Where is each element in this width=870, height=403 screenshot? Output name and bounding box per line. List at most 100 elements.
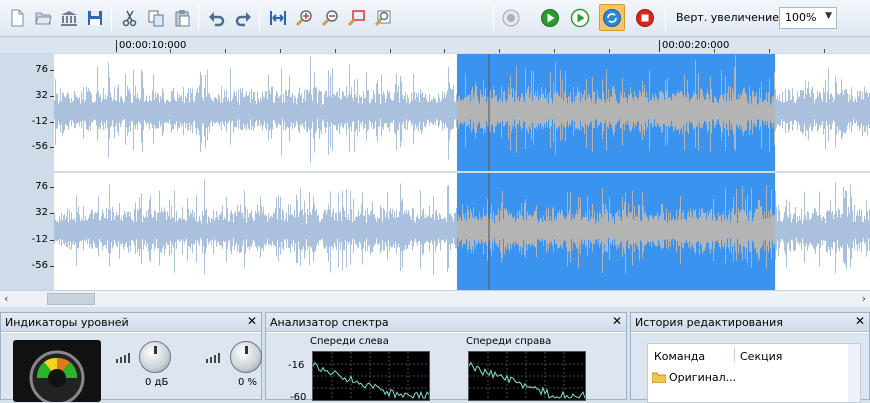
save-icon[interactable] — [82, 4, 108, 31]
history-panel-body: Команда Секция Оригинал... — [631, 333, 869, 403]
scrollbar-thumb[interactable] — [47, 293, 95, 305]
horizontal-scrollbar[interactable]: ‹ › — [0, 290, 870, 307]
fit-width-icon[interactable] — [265, 4, 291, 31]
toolbar-separator — [111, 5, 112, 31]
levels-panel: Индикаторы уровней ✕ 0 дБ 0 % — [0, 312, 262, 402]
zoom-selection-icon[interactable] — [344, 4, 370, 31]
timeline-minor-tick — [225, 49, 226, 53]
stop-gray-icon[interactable] — [498, 4, 524, 31]
spectrum-y-label: -16 — [288, 360, 305, 371]
y-label: 76 — [35, 181, 54, 192]
open-file-icon[interactable] — [30, 4, 56, 31]
toolbar-separator — [259, 5, 260, 31]
copy-icon[interactable] — [143, 4, 169, 31]
levels-panel-body: 0 дБ 0 % — [1, 333, 262, 402]
zoom-out-icon[interactable] — [318, 4, 344, 31]
history-table: Команда Секция Оригинал... — [647, 343, 861, 403]
y-label: -12 — [31, 116, 55, 127]
timeline-minor-tick — [390, 49, 391, 53]
paste-icon[interactable] — [169, 4, 195, 31]
history-col-section: Секция — [740, 350, 783, 363]
vertical-zoom-value: 100% — [785, 11, 817, 24]
y-axis-channel-1: 76 32 -12 -56 — [0, 54, 55, 171]
timeline-minor-tick — [499, 49, 500, 53]
timeline-minor-tick — [769, 49, 770, 53]
vertical-zoom-select[interactable]: 100% ▼ — [779, 7, 837, 29]
spectrum-panel-title: Анализатор спектра — [270, 316, 389, 329]
level-meter — [13, 340, 101, 402]
timeline-tick: 00:00:10:000 — [115, 40, 187, 52]
timeline-minor-tick — [170, 49, 171, 53]
history-panel-title: История редактирования — [635, 316, 783, 329]
balance-bars-icon — [206, 353, 220, 363]
levels-panel-title: Индикаторы уровней — [5, 316, 129, 329]
spectrum-trace — [468, 361, 586, 400]
y-label: 32 — [35, 90, 54, 101]
spectrum-right-label: Спереди справа — [466, 336, 552, 347]
spectrum-y-label: -60 — [290, 392, 307, 403]
timeline-minor-tick — [444, 49, 445, 53]
balance-knob-value: 0 % — [238, 377, 258, 388]
y-label: -56 — [31, 141, 55, 152]
y-label: 32 — [35, 207, 54, 218]
column-divider — [734, 347, 735, 363]
spectrum-left-graph — [312, 351, 430, 401]
y-axis-channel-2: 76 32 -12 -56 — [0, 173, 55, 290]
spectrum-left-label: Спереди слева — [310, 336, 389, 347]
volume-knob[interactable] — [139, 341, 171, 373]
toolbar-separator — [665, 5, 666, 31]
history-col-command: Команда — [654, 350, 706, 363]
close-icon[interactable]: ✕ — [855, 314, 865, 328]
history-panel: История редактирования ✕ Команда Секция … — [630, 312, 870, 403]
timeline-minor-tick — [609, 49, 610, 53]
library-icon[interactable] — [56, 4, 82, 31]
toolbar-separator — [493, 5, 494, 31]
timeline-minor-tick — [335, 49, 336, 53]
timeline-minor-tick — [824, 49, 825, 53]
scroll-right-arrow-icon[interactable]: › — [862, 292, 866, 305]
record-stop-icon[interactable] — [632, 4, 658, 31]
history-panel-header: История редактирования ✕ — [631, 313, 869, 332]
spectrum-panel-body: Спереди слева Спереди справа -16 -60 — [266, 333, 626, 403]
vertical-zoom-label: Верт. увеличение: — [676, 11, 783, 24]
cut-icon[interactable] — [117, 4, 143, 31]
timeline-ruler[interactable]: 00:00:10:000 00:00:20:000 — [0, 37, 870, 53]
spectrum-right-graph — [468, 351, 586, 401]
y-label: -12 — [31, 234, 55, 245]
history-scrollbar[interactable] — [848, 344, 860, 402]
spectrum-trace — [312, 361, 430, 400]
zoom-fit-icon[interactable] — [370, 4, 396, 31]
play-icon[interactable] — [537, 4, 563, 31]
spectrum-panel-header: Анализатор спектра ✕ — [266, 313, 626, 332]
play-selection-icon[interactable] — [567, 4, 593, 31]
waveform-channel-1[interactable] — [54, 54, 870, 171]
timeline-minor-tick — [714, 49, 715, 53]
y-label: -56 — [31, 260, 55, 271]
chevron-down-icon: ▼ — [825, 11, 832, 21]
scroll-left-arrow-icon[interactable]: ‹ — [4, 292, 8, 305]
waveform-channel-2[interactable] — [54, 173, 870, 290]
loop-icon[interactable] — [599, 4, 625, 31]
folder-icon — [652, 372, 666, 383]
timeline-tick: 00:00:20:000 — [658, 40, 730, 52]
y-label: 76 — [35, 64, 54, 75]
waveform-editor: 00:00:10:000 00:00:20:000 76 32 -12 -56 … — [0, 37, 870, 307]
close-icon[interactable]: ✕ — [247, 314, 257, 328]
timeline-minor-tick — [554, 49, 555, 53]
new-file-icon[interactable] — [4, 4, 30, 31]
balance-knob[interactable] — [230, 341, 262, 373]
levels-panel-header: Индикаторы уровней ✕ — [1, 313, 261, 332]
redo-icon[interactable] — [230, 4, 256, 31]
spectrum-panel: Анализатор спектра ✕ Спереди слева Спере… — [265, 312, 627, 403]
toolbar: Верт. увеличение: 100% ▼ — [0, 0, 870, 37]
volume-bars-icon — [116, 353, 130, 363]
toolbar-separator — [198, 5, 199, 31]
history-row-label: Оригинал... — [669, 371, 737, 384]
volume-knob-value: 0 дБ — [145, 377, 169, 388]
close-icon[interactable]: ✕ — [612, 314, 622, 328]
waveform-channel-2-svg — [54, 173, 870, 290]
waveform-channel-1-svg — [54, 54, 870, 171]
undo-icon[interactable] — [204, 4, 230, 31]
history-row[interactable]: Оригинал... — [652, 371, 736, 384]
zoom-in-icon[interactable] — [292, 4, 318, 31]
